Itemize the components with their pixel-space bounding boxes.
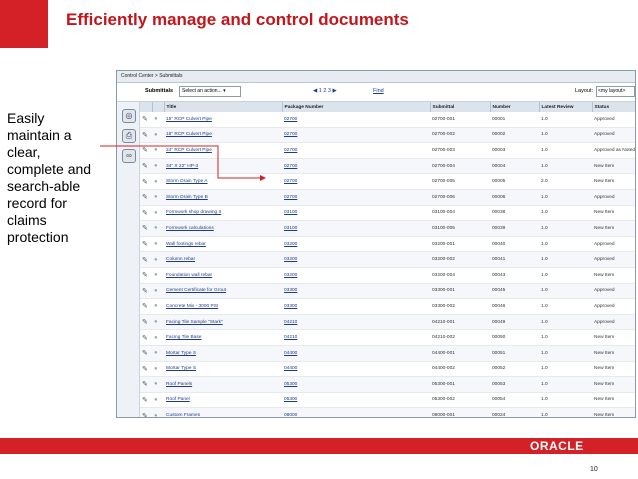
callout-arrow xyxy=(100,145,266,181)
page-number: 10 xyxy=(590,466,598,473)
oracle-logo: ORACLE xyxy=(530,439,584,453)
